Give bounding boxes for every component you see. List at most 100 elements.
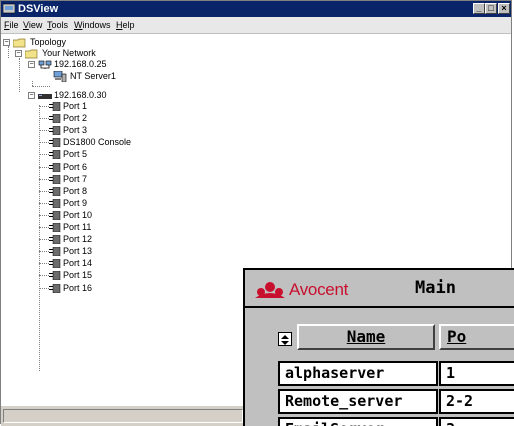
port-icon (49, 235, 61, 245)
tree-item-port[interactable]: Port 8 (49, 186, 209, 197)
tree-label: Port 16 (63, 282, 93, 293)
tree-connector (39, 154, 49, 156)
title-bar[interactable]: DSView _ □ × (1, 1, 511, 17)
tree-item-appliance-192-168-0-25[interactable]: − 192.168.0.25 (28, 59, 228, 70)
server-name-cell[interactable]: alphaserver (278, 361, 438, 386)
tree-connector (19, 58, 20, 92)
port-icon (49, 198, 61, 208)
tree-label: Port 9 (63, 197, 88, 208)
close-button[interactable]: × (498, 3, 510, 14)
tree-item-port[interactable]: Port 9 (49, 198, 209, 209)
collapse-toggle[interactable]: − (15, 50, 22, 57)
collapse-toggle[interactable]: − (3, 39, 10, 46)
tree-item-port[interactable]: Port 15 (49, 270, 209, 281)
port-icon (49, 162, 61, 172)
port-icon (49, 102, 61, 111)
tree-item-topology[interactable]: − Topology (3, 37, 203, 48)
tree-connector (39, 202, 49, 204)
tree-label: Port 6 (63, 161, 88, 172)
tree-label: Your Network (42, 48, 96, 58)
tree-item-port[interactable]: Port 12 (49, 234, 209, 245)
tree-label: Port 11 (63, 222, 92, 232)
tree-connector (39, 287, 49, 289)
server-port-cell[interactable]: 3 (439, 417, 514, 426)
tree-connector (39, 178, 49, 180)
osd-column-headers: Name Po (245, 320, 514, 350)
network-appliance-icon (38, 60, 52, 69)
port-icon (49, 174, 61, 184)
tree-item-port[interactable]: Port 2 (49, 113, 209, 124)
column-header-label: Name (346, 327, 386, 346)
port-icon (49, 247, 61, 257)
tree-item-port[interactable]: Port 11 (49, 222, 209, 233)
tree-item-appliance-192-168-0-30[interactable]: − 192.168.0.30 (28, 90, 228, 101)
tree-item-port[interactable]: Port 14 (49, 258, 209, 269)
menu-help[interactable]: Help (116, 17, 135, 33)
tree-label: 192.168.0.30 (54, 90, 107, 100)
server-icon (53, 71, 67, 82)
sort-toggle-button[interactable] (278, 332, 292, 346)
tree-connector (39, 214, 49, 216)
tree-label: Port 13 (63, 246, 93, 257)
tree-label: Port 12 (63, 234, 93, 245)
tree-item-port[interactable]: DS1800 Console (49, 137, 209, 148)
window-title: DSView (18, 3, 59, 15)
server-port-cell[interactable]: 2-2 (439, 389, 514, 414)
dsview-app-icon (3, 3, 15, 14)
status-panel (3, 409, 243, 423)
minimize-button[interactable]: _ (473, 3, 485, 14)
status-bar (1, 405, 261, 426)
port-icon (49, 150, 61, 160)
menu-tools[interactable]: Tools (47, 17, 68, 33)
server-name-cell[interactable]: EmailServer (278, 417, 438, 426)
tree-item-nt-server1[interactable]: NT Server1 (53, 71, 253, 82)
tree-item-port[interactable]: Port 7 (49, 174, 209, 185)
osd-header: Avocent Main (245, 270, 514, 308)
tree-connector (39, 227, 49, 228)
tree-label: Port 7 (63, 173, 88, 184)
menu-windows[interactable]: Windows (74, 17, 111, 33)
tree-item-port[interactable]: Port 5 (49, 149, 209, 160)
tree-label: NT Server1 (70, 71, 116, 81)
tree-item-port[interactable]: Port 16 (49, 283, 209, 294)
tree-connector (39, 105, 40, 371)
tree-item-port[interactable]: Port 6 (49, 162, 209, 173)
port-icon (49, 186, 61, 196)
port-icon (49, 114, 61, 124)
server-name-cell[interactable]: Remote_server (278, 389, 438, 414)
avocent-osd-window: Avocent Main Name Po alphaserver 1 Remote_… (243, 268, 514, 426)
tree-item-port[interactable]: Port 3 (49, 125, 209, 136)
menu-file[interactable]: File (4, 17, 19, 33)
menu-view[interactable]: View (23, 17, 42, 33)
tree-item-port[interactable]: Port 10 (49, 210, 209, 221)
tree-label: 192.168.0.25 (54, 59, 107, 69)
tree-label: Port 14 (63, 258, 93, 269)
tree-connector (39, 118, 49, 120)
port-icon (49, 283, 61, 293)
column-header-name[interactable]: Name (297, 324, 435, 350)
collapse-toggle[interactable]: − (28, 61, 35, 68)
brand-name: Avocent (289, 280, 349, 299)
tree-item-port[interactable]: Port 13 (49, 246, 209, 257)
tree-item-port[interactable]: Port 1 (49, 101, 209, 112)
tree-label: DS1800 Console (63, 137, 132, 148)
column-header-label: Po (447, 327, 467, 346)
tree-connector (39, 106, 49, 107)
sort-arrows-icon (281, 335, 289, 345)
tree-connector (32, 86, 50, 87)
port-icon (49, 210, 61, 220)
column-header-port[interactable]: Po (439, 324, 514, 350)
avocent-logo-icon (255, 282, 285, 298)
tree-connector (39, 130, 49, 132)
tree-connector (39, 142, 49, 144)
folder-icon (13, 38, 26, 48)
maximize-button[interactable]: □ (485, 3, 497, 14)
collapse-toggle[interactable]: − (28, 92, 35, 99)
tree-label: Port 3 (63, 125, 88, 136)
port-icon (49, 138, 61, 148)
tree-label: Port 8 (63, 185, 88, 196)
tree-item-your-network[interactable]: − Your Network (15, 48, 215, 59)
tree-connector (39, 239, 49, 241)
server-port-cell[interactable]: 1 (439, 361, 514, 386)
kvm-switch-icon (38, 94, 52, 99)
